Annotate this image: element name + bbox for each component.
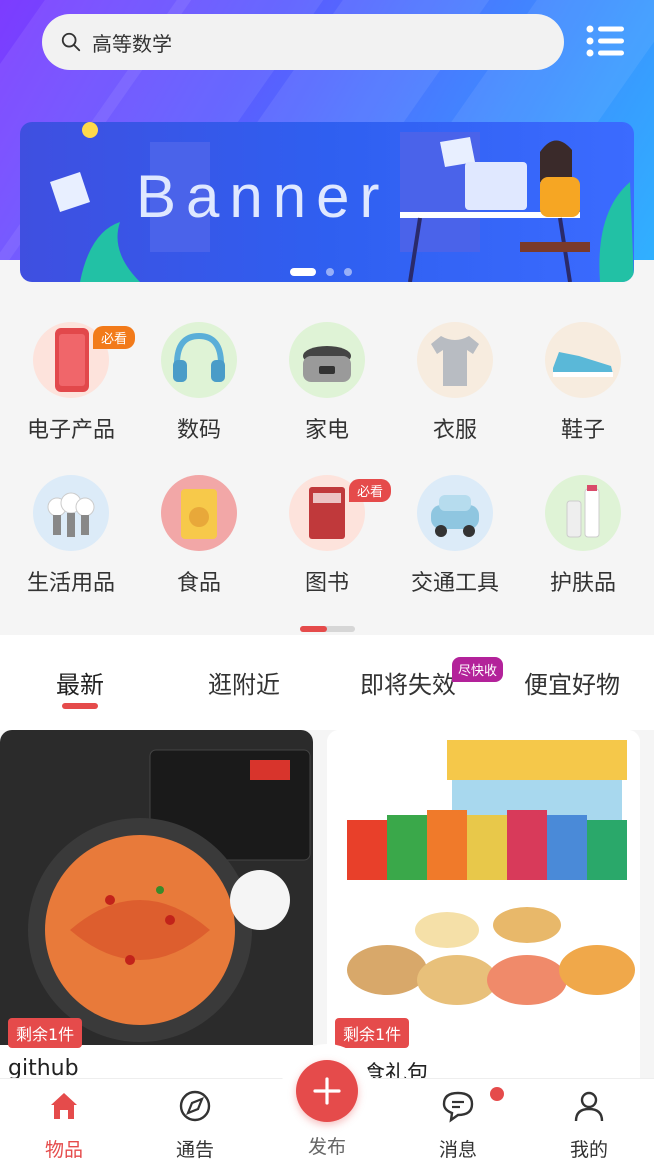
category-vehicles[interactable]: 交通工具 <box>391 475 519 597</box>
category-electronics[interactable]: 必看 电子产品 <box>7 322 136 444</box>
tab-latest[interactable]: 最新 <box>56 665 104 709</box>
nav-label: 消息 <box>438 1139 477 1161</box>
category-label: 食品 <box>176 571 221 596</box>
banner-dot[interactable] <box>290 268 316 276</box>
nav-profile[interactable]: 我的 <box>549 1089 629 1162</box>
nav-label: 通告 <box>175 1139 214 1161</box>
category-label: 交通工具 <box>410 571 499 596</box>
promo-banner[interactable]: Banner <box>20 122 634 282</box>
category-label: 鞋子 <box>560 418 605 443</box>
category-scroll-indicator <box>300 626 355 632</box>
category-label: 图书 <box>304 571 349 596</box>
search-text: 高等数学 <box>92 31 172 56</box>
publish-label: 发布 <box>307 1136 346 1158</box>
tab-bargains[interactable]: 便宜好物 <box>524 665 620 700</box>
stock-badge: 剩余1件 <box>335 1018 410 1048</box>
nav-notices[interactable]: 通告 <box>155 1089 235 1162</box>
chat-icon <box>442 1091 474 1123</box>
category-label: 护肤品 <box>549 571 616 596</box>
active-tab-indicator <box>62 703 98 709</box>
category-shoes[interactable]: 鞋子 <box>519 322 647 444</box>
snack-giftbox-image <box>327 730 640 1045</box>
banner-pagination[interactable] <box>290 268 352 276</box>
category-clothes[interactable]: 衣服 <box>391 322 519 444</box>
tshirt-icon <box>431 336 479 386</box>
search-icon <box>61 32 81 52</box>
nav-label: 物品 <box>44 1139 83 1161</box>
publish-button[interactable] <box>296 1060 358 1122</box>
compass-icon <box>179 1090 211 1122</box>
stock-badge: 剩余1件 <box>8 1018 83 1048</box>
car-icon <box>431 495 479 537</box>
category-skincare[interactable]: 护肤品 <box>519 475 647 597</box>
category-label: 电子产品 <box>26 418 115 443</box>
category-label: 生活用品 <box>26 571 115 596</box>
user-icon <box>574 1091 604 1122</box>
tab-label: 最新 <box>56 671 104 699</box>
category-books[interactable]: 必看 图书 <box>263 475 392 597</box>
home-icon <box>51 1093 77 1119</box>
snack-icon <box>181 489 217 539</box>
tab-label: 逛附近 <box>208 671 280 699</box>
nav-messages[interactable]: 消息 <box>418 1089 498 1162</box>
tab-label: 便宜好物 <box>524 671 620 699</box>
category-appliances[interactable]: 家电 <box>263 322 391 444</box>
plus-icon <box>313 1077 341 1105</box>
spicy-noodles-image <box>0 730 313 1045</box>
category-food[interactable]: 食品 <box>135 475 263 597</box>
category-digital[interactable]: 数码 <box>135 322 263 444</box>
category-label: 家电 <box>304 418 349 443</box>
product-card[interactable]: 剩余1件 食礼包 <box>327 730 640 1090</box>
hot-badge: 必看 <box>349 479 392 502</box>
category-label: 衣服 <box>432 418 477 443</box>
category-daily[interactable]: 生活用品 <box>7 475 135 597</box>
banner-title: Banner <box>136 163 390 230</box>
headphones-icon <box>173 332 225 382</box>
unread-dot <box>490 1087 504 1101</box>
category-grid: 必看 电子产品 数码 家电 衣服 鞋子 生活用品 食品 必看 图书 交通工具 护… <box>0 300 654 635</box>
lightbulb-icon <box>47 492 95 537</box>
urgent-badge: 尽快收 <box>452 657 504 682</box>
list-menu-icon[interactable] <box>586 24 626 58</box>
nav-label: 我的 <box>569 1139 608 1161</box>
nav-items[interactable]: 物品 <box>24 1089 104 1162</box>
hot-badge: 必看 <box>93 326 136 349</box>
tab-label: 即将失效 <box>360 671 456 699</box>
skincare-icon <box>566 485 600 538</box>
rice-cooker-icon <box>303 346 351 382</box>
sneaker-icon <box>553 352 613 377</box>
tab-nearby[interactable]: 逛附近 <box>208 665 280 700</box>
search-bar[interactable]: 高等数学 <box>42 14 564 70</box>
banner-dot[interactable] <box>344 268 352 276</box>
tab-expiring[interactable]: 即将失效 尽快收 <box>360 657 504 700</box>
category-label: 数码 <box>176 418 221 443</box>
banner-dot[interactable] <box>326 268 334 276</box>
product-card[interactable]: 剩余1件 github <box>0 730 313 1090</box>
feed-tabs: 最新 逛附近 即将失效 尽快收 便宜好物 <box>0 635 654 730</box>
